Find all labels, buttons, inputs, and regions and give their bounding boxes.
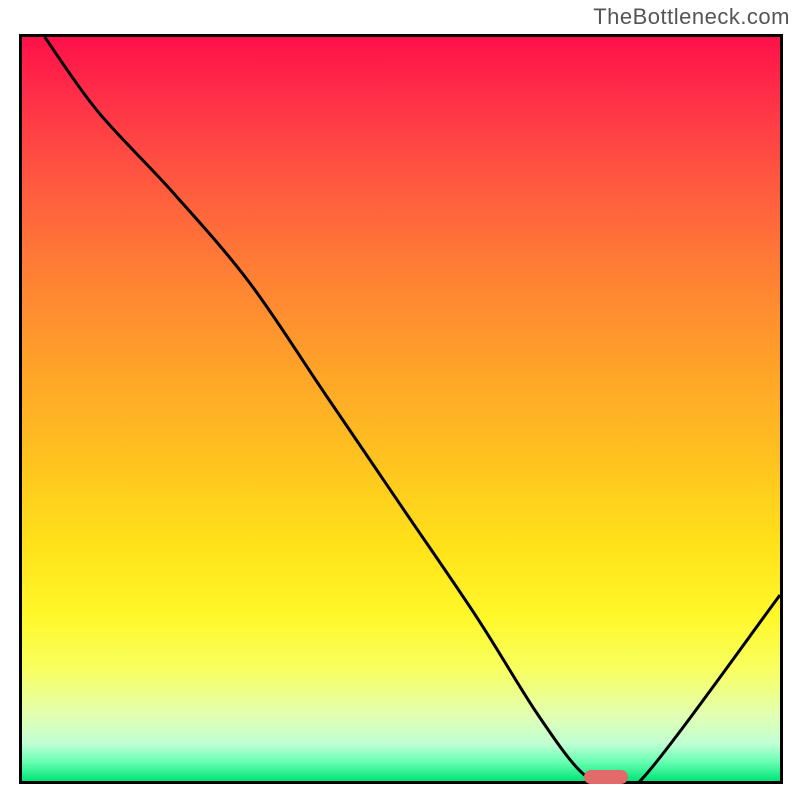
sweet-spot-marker	[584, 770, 628, 784]
plot-area	[19, 34, 783, 784]
watermark-text: TheBottleneck.com	[593, 4, 790, 30]
chart-frame: TheBottleneck.com	[0, 0, 800, 800]
bottleneck-curve	[22, 37, 780, 781]
